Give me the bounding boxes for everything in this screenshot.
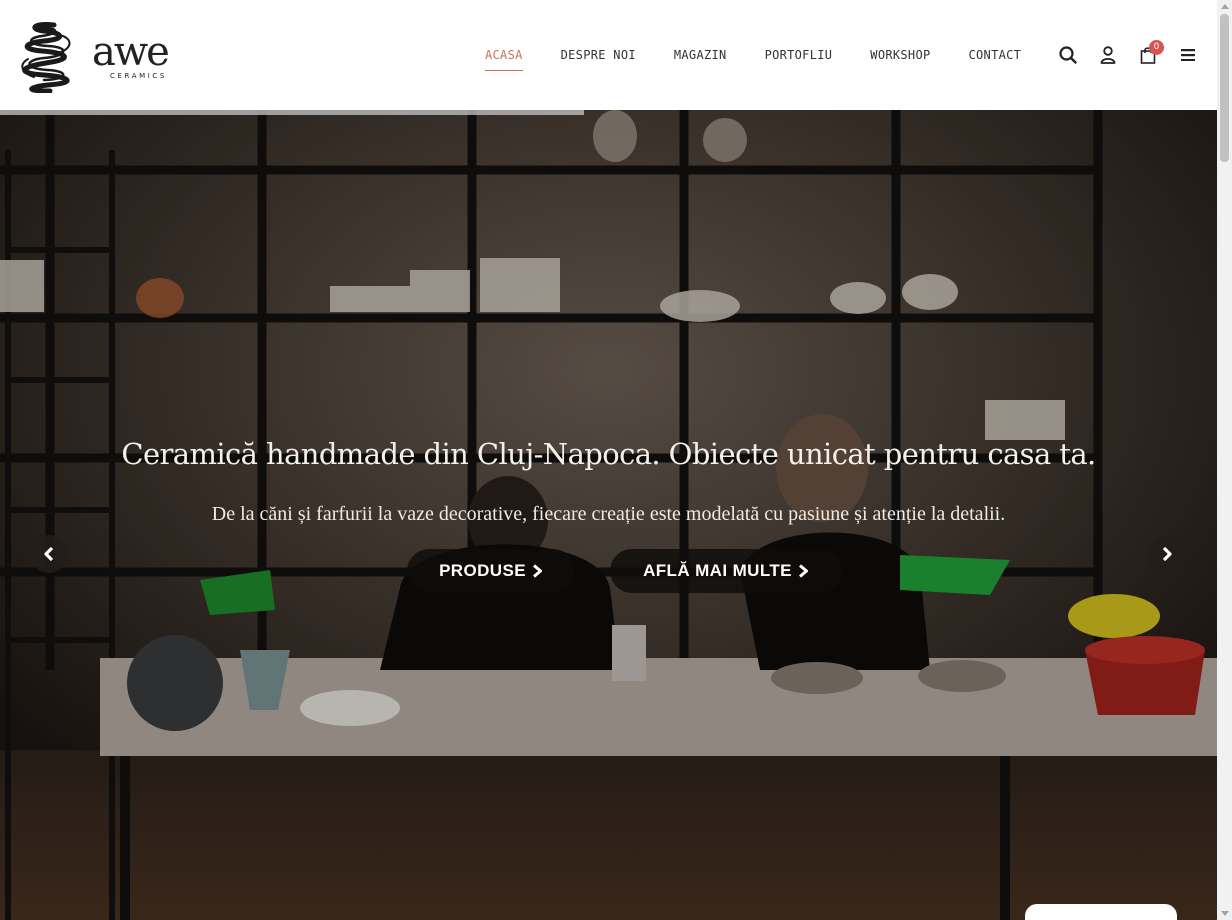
slider-next-button[interactable] <box>1148 535 1186 573</box>
logo-text: awe CERAMICS <box>92 29 170 80</box>
chevron-right-icon <box>1162 546 1172 562</box>
hamburger-menu-icon <box>1181 49 1195 61</box>
site-header: awe CERAMICS ACASA DESPRE NOI MAGAZIN PO… <box>0 0 1217 110</box>
cart-button[interactable]: 0 <box>1128 35 1168 75</box>
brand-name: awe <box>92 29 170 75</box>
afla-mai-multe-button[interactable]: AFLĂ MAI MULTE <box>610 549 842 593</box>
produse-button[interactable]: PRODUSE <box>407 549 575 593</box>
nav-item-acasa[interactable]: ACASA <box>466 48 542 71</box>
account-button[interactable] <box>1088 35 1128 75</box>
scroll-up-arrow-icon[interactable] <box>1221 4 1229 9</box>
brand-logo[interactable]: awe CERAMICS <box>14 18 174 94</box>
afla-mai-multe-button-label: AFLĂ MAI MULTE <box>643 561 792 580</box>
search-icon <box>1059 46 1077 64</box>
slider-progress-bar <box>0 110 584 115</box>
nav-item-contact[interactable]: CONTACT <box>950 48 1041 62</box>
user-icon <box>1100 46 1116 64</box>
slider-prev-button[interactable] <box>30 535 68 573</box>
brand-tagline: CERAMICS <box>110 72 167 80</box>
nav-item-workshop[interactable]: WORKSHOP <box>851 48 949 62</box>
chevron-right-icon <box>532 564 542 578</box>
main-nav: ACASA DESPRE NOI MAGAZIN PORTOFLIU WORKS… <box>466 0 1040 110</box>
logo-swirl-icon <box>21 22 71 93</box>
nav-item-portofoliu[interactable]: PORTOFLIU <box>746 48 852 62</box>
hero-title: Ceramică handmade din Cluj-Napoca. Obiec… <box>121 437 1096 471</box>
nav-item-magazin[interactable]: MAGAZIN <box>655 48 746 62</box>
menu-button[interactable] <box>1168 35 1208 75</box>
scroll-down-arrow-icon[interactable] <box>1221 911 1229 916</box>
hero-slider: Ceramică handmade din Cluj-Napoca. Obiec… <box>0 110 1217 920</box>
page-scrollbar[interactable] <box>1217 0 1232 920</box>
chat-widget-tab[interactable] <box>1025 904 1177 920</box>
scrollbar-thumb[interactable] <box>1220 14 1229 162</box>
hero-subtitle: De la căni și farfurii la vaze decorativ… <box>211 503 1006 525</box>
search-button[interactable] <box>1048 35 1088 75</box>
header-icons: 0 <box>1048 0 1208 110</box>
chevron-right-icon <box>798 564 808 578</box>
produse-button-label: PRODUSE <box>439 561 526 580</box>
cart-count-badge: 0 <box>1149 40 1164 55</box>
chevron-left-icon <box>44 546 54 562</box>
nav-item-despre-noi[interactable]: DESPRE NOI <box>542 48 655 62</box>
